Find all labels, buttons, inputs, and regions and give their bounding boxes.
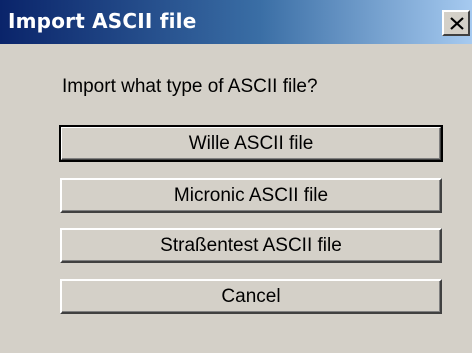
micronic-ascii-button[interactable]: Micronic ASCII file xyxy=(60,178,442,213)
import-ascii-dialog: Import ASCII file Import what type of AS… xyxy=(0,0,472,353)
window-title: Import ASCII file xyxy=(8,9,197,33)
strassentest-ascii-button[interactable]: Straßentest ASCII file xyxy=(60,228,442,263)
close-button[interactable] xyxy=(442,10,470,36)
cancel-button[interactable]: Cancel xyxy=(60,279,442,314)
title-bar[interactable]: Import ASCII file xyxy=(0,0,472,44)
wille-ascii-button[interactable]: Wille ASCII file xyxy=(59,125,443,162)
dialog-prompt: Import what type of ASCII file? xyxy=(62,76,318,97)
close-icon xyxy=(450,17,464,30)
